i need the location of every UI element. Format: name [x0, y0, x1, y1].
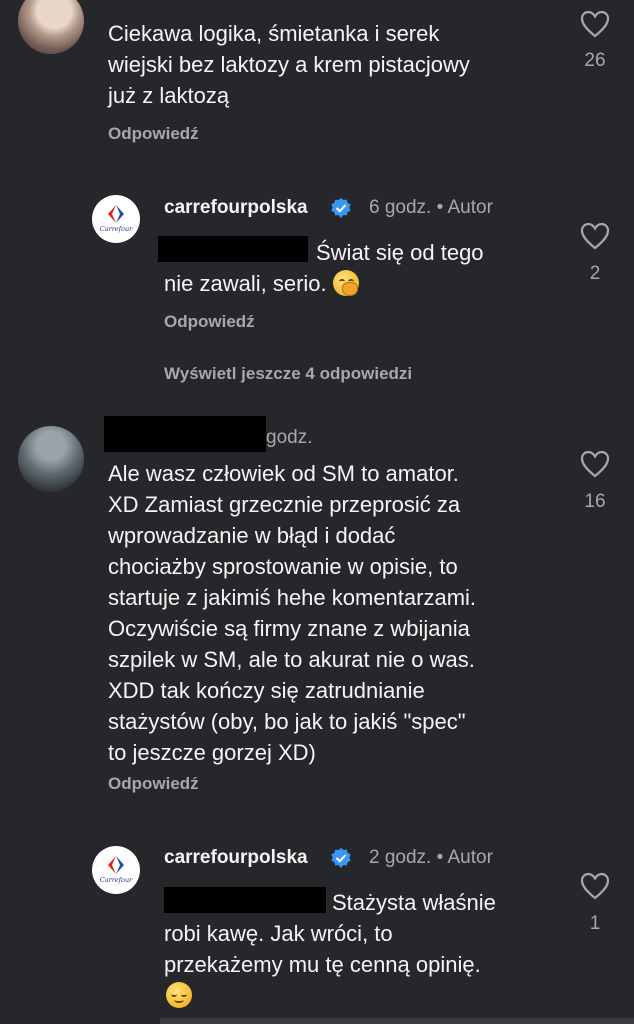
reply-text-line-3: przekażemy mu tę cenną opinię. — [164, 952, 481, 977]
comment-meta: 6 godz. • Autor — [369, 197, 493, 219]
meta-separator: • — [436, 847, 448, 868]
author-badge: Autor — [447, 197, 493, 218]
heart-icon[interactable] — [580, 10, 610, 38]
timestamp: 6 godz. — [369, 197, 432, 218]
emoji-relieved-face — [166, 982, 192, 1008]
reply-text: nie zawali, serio. — [164, 271, 327, 296]
author-badge: Autor — [447, 847, 493, 868]
timestamp: 2 godz. — [369, 847, 432, 868]
user-avatar[interactable] — [18, 0, 84, 54]
heart-icon[interactable] — [580, 450, 610, 478]
reply-text-line-2: nie zawali, serio. — [164, 268, 564, 299]
user-avatar[interactable] — [18, 426, 84, 492]
like-count: 26 — [584, 50, 606, 71]
like-count: 2 — [589, 263, 601, 284]
brand-avatar[interactable]: Carrefour — [92, 846, 140, 894]
bottom-edge-bar — [160, 1018, 634, 1024]
reply-text-line-2: robi kawę. Jak wróci, to — [164, 921, 393, 946]
reply-text-line-1: Świat się od tego — [316, 240, 484, 265]
meta-separator: • — [436, 197, 448, 218]
verified-badge-icon — [331, 848, 351, 868]
carrefour-logo-icon — [108, 856, 124, 874]
timestamp: godz. — [266, 427, 313, 448]
reply-button[interactable]: Odpowiedź — [108, 124, 199, 144]
brand-avatar[interactable]: Carrefour — [92, 195, 140, 243]
comment-text: Ale wasz człowiek od SM to amator. XD Za… — [108, 461, 477, 765]
heart-icon[interactable] — [580, 222, 610, 250]
brand-logo-text: Carrefour — [99, 876, 133, 884]
redacted-username — [104, 416, 266, 452]
comment-text: Ciekawa logika, śmietanka i serek wiejsk… — [108, 21, 470, 108]
verified-badge-icon — [331, 198, 351, 218]
emoji-hand-over-mouth — [332, 270, 359, 296]
reply-button[interactable]: Odpowiedź — [108, 774, 199, 794]
comment-meta: 2 godz. • Autor — [369, 847, 493, 869]
like-count: 16 — [584, 491, 606, 512]
like-count: 1 — [589, 913, 601, 934]
reply-button[interactable]: Odpowiedź — [164, 312, 255, 332]
reply-text-line-1: Stażysta właśnie — [332, 890, 496, 915]
author-name[interactable]: carrefourpolska — [164, 197, 308, 219]
view-more-replies-button[interactable]: Wyświetl jeszcze 4 odpowiedzi — [164, 364, 412, 384]
carrefour-logo-icon — [108, 205, 124, 223]
brand-logo-text: Carrefour — [99, 225, 133, 233]
author-name[interactable]: carrefourpolska — [164, 847, 308, 869]
redacted-mention — [164, 887, 326, 913]
heart-icon[interactable] — [580, 872, 610, 900]
reply-emoji-line — [166, 982, 192, 1008]
redacted-mention — [158, 236, 308, 262]
